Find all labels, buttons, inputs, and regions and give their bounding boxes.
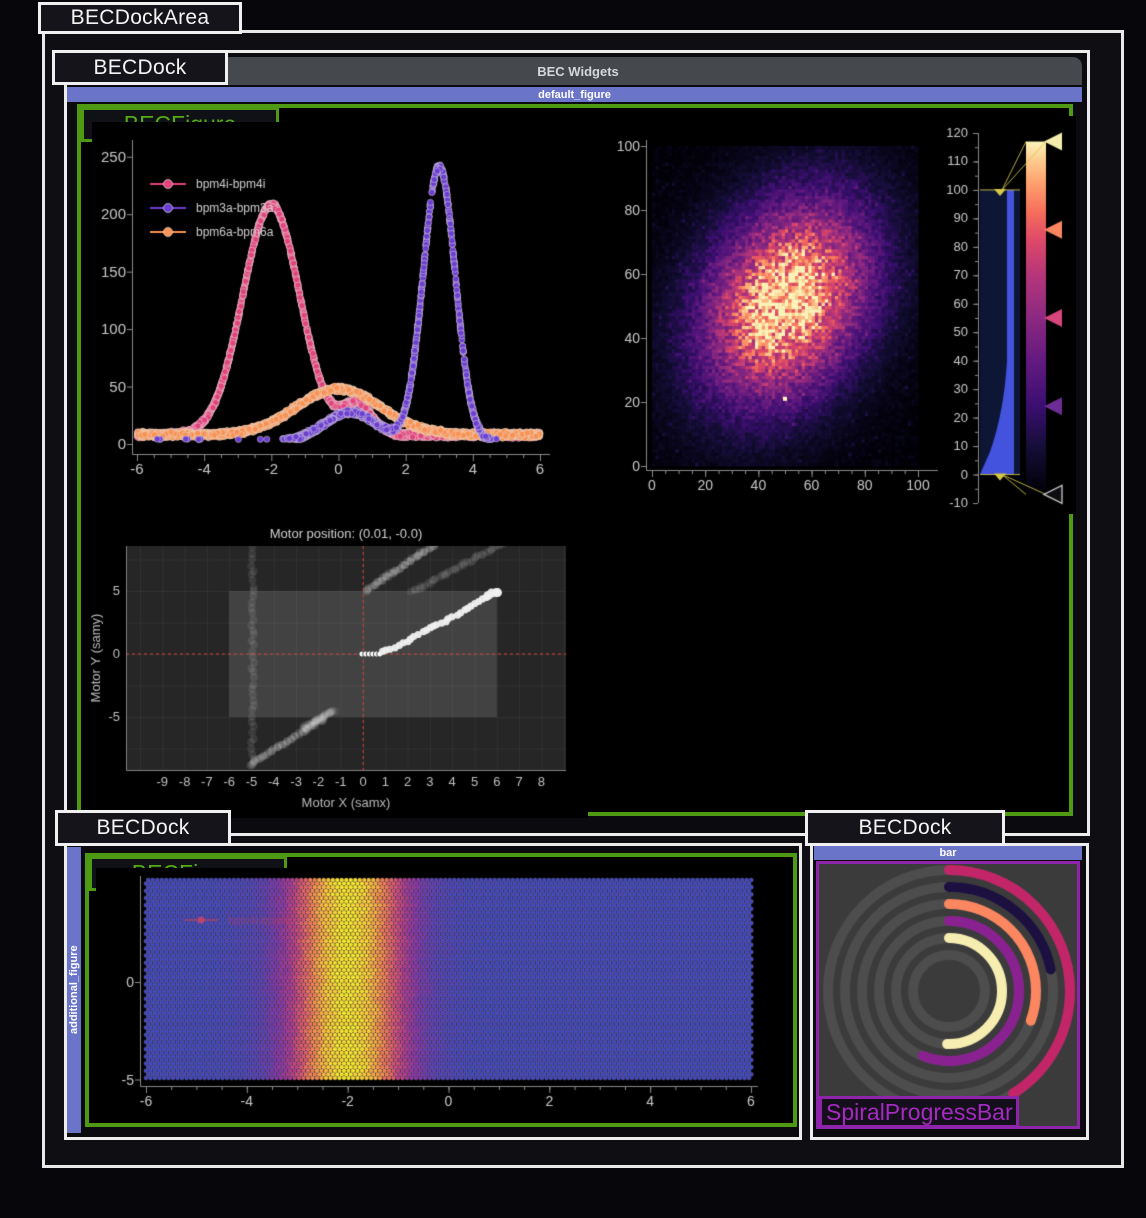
waveform-plot[interactable] bbox=[92, 122, 572, 484]
heatmap-plot[interactable] bbox=[608, 116, 953, 494]
dock-top-title-bar[interactable]: default_figure bbox=[67, 87, 1082, 102]
spiral-progress-rings bbox=[819, 864, 1077, 1126]
spiral-progress-label: SpiralProgressBar bbox=[819, 1096, 1019, 1128]
motor-map-plot[interactable] bbox=[88, 524, 588, 818]
dock-bottom-right-title-bar[interactable]: bar bbox=[814, 846, 1082, 860]
dock-top-label: BECDock bbox=[52, 50, 228, 85]
dock-bottom-left-title-bar[interactable]: additional_figure bbox=[67, 847, 81, 1133]
dock-bottom-right-label: BECDock bbox=[805, 810, 1005, 846]
bec-dock-area: BECDockArea BEC Widgets BECDock default_… bbox=[0, 0, 1146, 1218]
dock-bottom-left-label: BECDock bbox=[55, 810, 231, 846]
colorbar-histogram-lut[interactable] bbox=[938, 116, 1076, 514]
dock-area-label: BECDockArea bbox=[38, 2, 242, 34]
scatter-waveform-plot[interactable] bbox=[96, 868, 790, 1120]
